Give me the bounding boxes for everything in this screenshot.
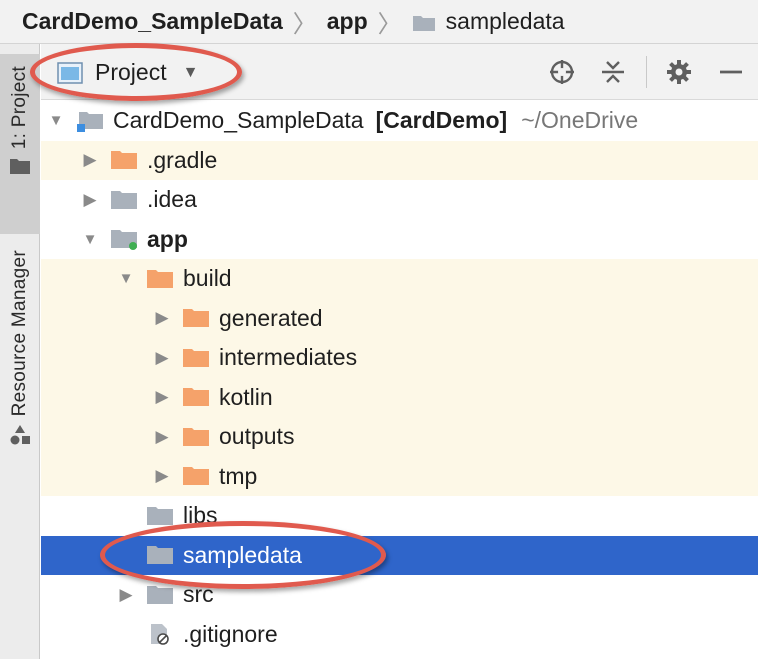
- gray-folder-icon: [147, 585, 173, 604]
- shapes-icon: [10, 425, 30, 445]
- tree-item-label: intermediates: [219, 344, 358, 371]
- tree-item-generated[interactable]: ▶ generated: [41, 298, 758, 338]
- orange-folder-icon: [147, 269, 173, 288]
- tree-item-build[interactable]: ▼ build: [41, 259, 758, 299]
- tree-item-label: kotlin: [219, 383, 273, 410]
- expand-right-icon[interactable]: ▶: [79, 190, 101, 210]
- tab-resource-manager[interactable]: Resource Manager: [0, 250, 40, 510]
- locate-icon[interactable]: [548, 58, 576, 86]
- breadcrumb-project[interactable]: CardDemo_SampleData: [22, 8, 283, 35]
- tree-item-label: .gradle: [147, 146, 218, 173]
- gray-folder-icon: [147, 546, 173, 565]
- collapse-all-icon[interactable]: [599, 58, 627, 86]
- tree-item-libs[interactable]: libs: [41, 496, 758, 536]
- tree-item-idea[interactable]: ▶ .idea: [41, 180, 758, 220]
- ignore-file-icon: [151, 624, 169, 646]
- tree-item-app[interactable]: ▼ app: [41, 220, 758, 260]
- gray-folder-icon: [111, 190, 137, 209]
- tree-root-label: CardDemo_SampleData: [113, 107, 364, 134]
- expand-right-icon[interactable]: ▶: [151, 466, 173, 486]
- tree-item-label: generated: [219, 304, 323, 331]
- tree-item-label: tmp: [219, 462, 258, 489]
- folder-icon: [412, 15, 435, 31]
- breadcrumb-folder[interactable]: sampledata: [446, 8, 565, 35]
- view-mode-dropdown[interactable]: Project ▼: [57, 59, 198, 86]
- project-toolbar: Project ▼: [41, 44, 758, 100]
- tree-item-label: app: [147, 225, 188, 252]
- orange-folder-icon: [183, 427, 209, 446]
- breadcrumb-module[interactable]: app: [327, 8, 368, 35]
- expand-down-icon[interactable]: ▼: [115, 270, 137, 287]
- tree-item-gradle[interactable]: ▶ .gradle: [41, 140, 758, 180]
- breadcrumb-separator: 〉: [377, 11, 402, 38]
- chevron-down-icon: ▼: [182, 63, 199, 81]
- module-folder-icon: [111, 230, 137, 251]
- orange-folder-icon: [183, 467, 209, 486]
- tree-item-label: src: [183, 581, 214, 608]
- orange-folder-icon: [183, 348, 209, 367]
- module-name: [CardDemo]: [375, 107, 508, 134]
- expand-right-icon[interactable]: ▶: [151, 348, 173, 368]
- project-module-icon: [77, 111, 103, 132]
- tree-item-sampledata[interactable]: sampledata: [41, 535, 758, 575]
- tool-window-strip: 1: Project Resource Manager: [0, 44, 40, 659]
- orange-folder-icon: [111, 151, 137, 170]
- orange-folder-icon: [183, 309, 209, 328]
- gray-folder-icon: [147, 506, 173, 525]
- minimize-icon[interactable]: [717, 58, 745, 86]
- orange-folder-icon: [183, 388, 209, 407]
- project-tree: ▼ CardDemo_SampleData [CardDemo] ~/OneDr…: [41, 101, 758, 659]
- toolbar-divider: [646, 56, 647, 88]
- tree-item-gitignore[interactable]: .gitignore: [41, 615, 758, 655]
- folder-icon: [10, 159, 30, 175]
- tab-resource-manager-label: Resource Manager: [9, 250, 30, 417]
- window-icon: [57, 61, 83, 84]
- tree-item-label: .idea: [147, 186, 197, 213]
- tree-item-tmp[interactable]: ▶ tmp: [41, 456, 758, 496]
- navigation-breadcrumb: CardDemo_SampleData 〉 app 〉 sampledata: [0, 0, 758, 44]
- tree-item-kotlin[interactable]: ▶ kotlin: [41, 377, 758, 417]
- tree-item-outputs[interactable]: ▶ outputs: [41, 417, 758, 457]
- tab-project-label: 1: Project: [9, 66, 30, 150]
- tree-item-label: sampledata: [183, 541, 302, 568]
- tab-project[interactable]: 1: Project: [0, 54, 40, 234]
- project-path: ~/OneDrive: [521, 107, 639, 134]
- gear-icon[interactable]: [665, 58, 693, 86]
- tree-item-label: .gitignore: [183, 620, 278, 647]
- expand-right-icon[interactable]: ▶: [151, 308, 173, 328]
- tree-item-label: build: [183, 265, 232, 292]
- expand-down-icon[interactable]: ▼: [79, 231, 101, 248]
- expand-right-icon[interactable]: ▶: [151, 387, 173, 407]
- expand-right-icon[interactable]: ▶: [151, 427, 173, 447]
- expand-right-icon[interactable]: ▶: [79, 150, 101, 170]
- tree-item-src[interactable]: ▶ src: [41, 575, 758, 615]
- tree-item-intermediates[interactable]: ▶ intermediates: [41, 338, 758, 378]
- expand-right-icon[interactable]: ▶: [115, 585, 137, 605]
- view-mode-label: Project: [95, 59, 167, 85]
- tree-item-label: libs: [183, 502, 218, 529]
- tree-item-label: outputs: [219, 423, 295, 450]
- expand-down-icon[interactable]: ▼: [45, 112, 67, 129]
- tree-root[interactable]: ▼ CardDemo_SampleData [CardDemo] ~/OneDr…: [41, 101, 758, 141]
- breadcrumb-separator: 〉: [292, 11, 317, 38]
